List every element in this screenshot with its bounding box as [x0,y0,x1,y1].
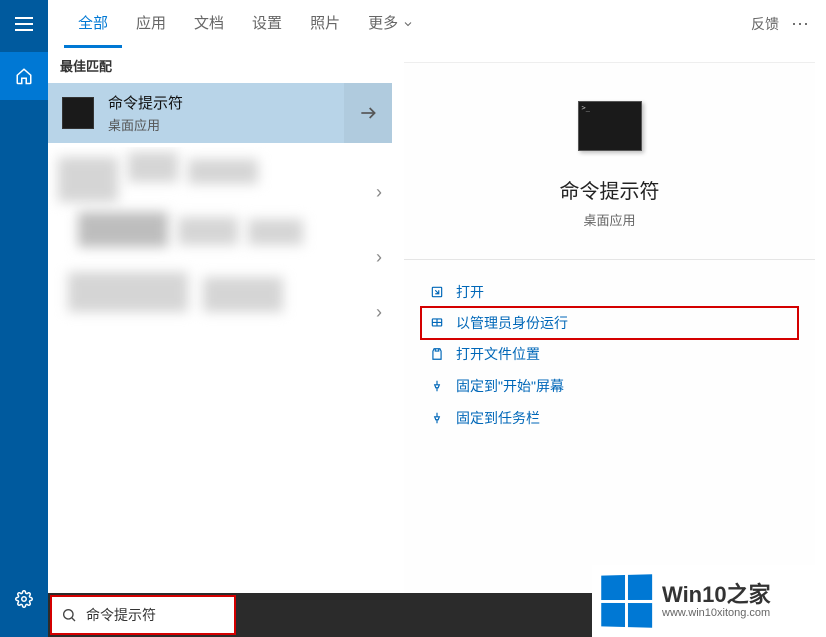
chevron-right-icon: › [376,182,382,203]
chevron-right-icon: › [376,302,382,323]
tab-docs[interactable]: 文档 [180,0,238,48]
best-match-header: 最佳匹配 [48,48,392,83]
feedback-link[interactable]: 反馈 [751,14,779,34]
pin-icon [426,411,448,425]
tab-settings[interactable]: 设置 [238,0,296,48]
action-open-location-label: 打开文件位置 [456,344,540,364]
windows-logo-icon [601,574,652,627]
blurred-results: › › › [48,147,392,347]
home-button[interactable] [0,52,48,100]
detail-title: 命令提示符 [560,175,660,204]
search-input[interactable] [86,607,226,623]
action-open-location[interactable]: 打开文件位置 [404,338,815,370]
home-icon [15,67,33,85]
pin-icon [426,379,448,393]
search-icon [52,607,86,623]
search-box[interactable] [50,595,236,635]
cmd-icon [62,97,94,129]
tab-more-label: 更多 [368,0,398,48]
detail-app-icon [578,101,642,151]
search-tabs: 全部 应用 文档 设置 照片 更多 反馈 ⋯ [48,0,826,48]
hamburger-icon [15,17,33,31]
settings-button[interactable] [0,575,48,623]
shield-icon [426,316,448,330]
action-run-as-admin-label: 以管理员身份运行 [456,313,568,333]
divider [404,259,815,260]
tab-more[interactable]: 更多 [354,0,428,48]
chevron-right-icon: › [376,247,382,268]
action-run-as-admin[interactable]: 以管理员身份运行 [420,306,799,340]
detail-subtitle: 桌面应用 [583,210,635,229]
more-options-button[interactable]: ⋯ [791,14,810,35]
tab-all[interactable]: 全部 [64,0,122,48]
action-pin-taskbar[interactable]: 固定到任务栏 [404,402,815,434]
watermark-url: www.win10xitong.com [662,607,771,619]
result-item-cmd[interactable]: 命令提示符 桌面应用 [48,83,392,143]
action-open-label: 打开 [456,282,484,302]
action-pin-start-label: 固定到"开始"屏幕 [456,376,564,396]
detail-panel: 命令提示符 桌面应用 打开 以管理员身份运行 打开文件位置 固定到"开始"屏幕 … [404,62,815,593]
action-pin-start[interactable]: 固定到"开始"屏幕 [404,370,815,402]
taskbar-search-area [48,593,592,637]
expand-arrow[interactable] [344,83,392,143]
gear-icon [15,590,33,608]
watermark: Win10之家 www.win10xitong.com [592,565,826,637]
open-icon [426,285,448,299]
action-open[interactable]: 打开 [404,276,815,308]
menu-button[interactable] [0,0,48,48]
results-column: 最佳匹配 命令提示符 桌面应用 › › › [48,48,392,593]
result-subtitle: 桌面应用 [108,115,344,134]
result-title: 命令提示符 [108,92,344,113]
nav-sidebar [0,0,48,637]
action-pin-taskbar-label: 固定到任务栏 [456,408,540,428]
tab-photos[interactable]: 照片 [296,0,354,48]
arrow-right-icon [358,103,378,123]
tab-apps[interactable]: 应用 [122,0,180,48]
folder-icon [426,347,448,361]
chevron-down-icon [402,18,414,30]
watermark-title: Win10之家 [662,583,771,607]
action-list: 打开 以管理员身份运行 打开文件位置 固定到"开始"屏幕 固定到任务栏 [404,272,815,438]
